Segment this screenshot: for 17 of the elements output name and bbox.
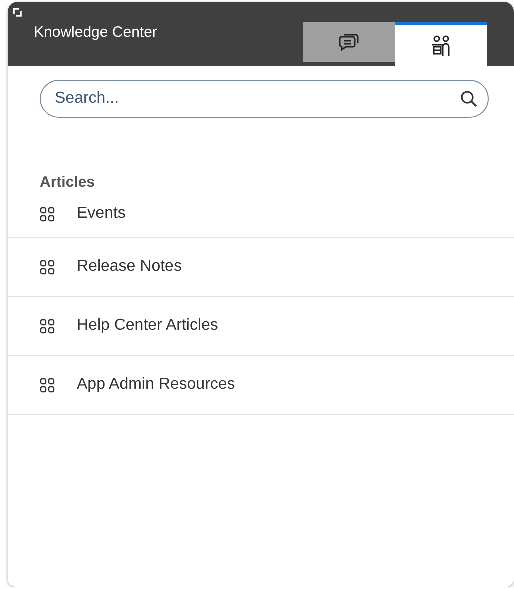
search-field[interactable]: Search... [40, 80, 489, 118]
article-link[interactable]: Release Notes [77, 258, 182, 276]
article-link[interactable]: App Admin Resources [77, 376, 236, 394]
expand-icon[interactable] [13, 8, 22, 17]
article-link[interactable]: Events [77, 205, 126, 223]
search-icon[interactable] [460, 90, 478, 108]
grid-icon [40, 318, 55, 334]
chat-icon [338, 32, 360, 52]
article-link[interactable]: Help Center Articles [77, 317, 218, 335]
tab[interactable] [303, 22, 395, 62]
panel-title: Knowledge Center [33, 24, 158, 43]
people-icon [430, 34, 452, 56]
tab[interactable] [395, 22, 487, 66]
grid-icon [40, 378, 55, 392]
section-heading: Articles [39, 173, 96, 191]
grid-icon [40, 206, 55, 222]
grid-icon [40, 260, 55, 274]
